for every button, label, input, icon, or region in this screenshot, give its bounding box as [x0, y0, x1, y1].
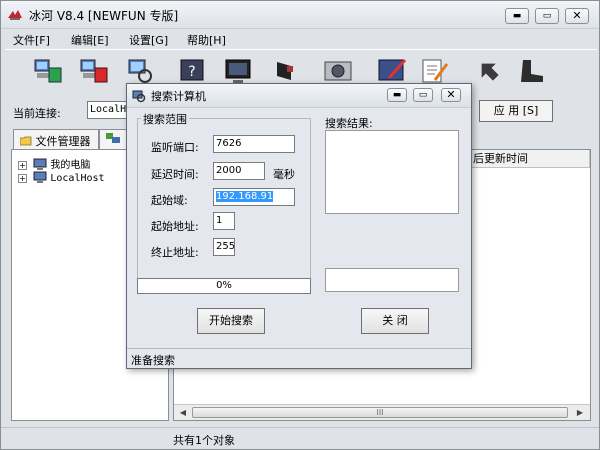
tab-file-manager-label: 文件管理器: [35, 135, 91, 148]
boot-button[interactable]: [513, 54, 547, 92]
search-range-title: 搜索范围: [141, 111, 189, 127]
start-address-label: 起始地址:: [151, 220, 199, 233]
add-host-button[interactable]: [31, 54, 65, 92]
maximize-icon: ▭: [542, 11, 552, 21]
dialog-maximize-button[interactable]: ▭: [413, 88, 433, 102]
menu-file[interactable]: 文件[F]: [13, 32, 50, 48]
delete-host-button[interactable]: [77, 54, 111, 92]
dialog-status-text: 准备搜索: [131, 354, 175, 367]
dialog-app-icon: [132, 89, 148, 103]
menu-settings[interactable]: 设置[G]: [129, 32, 168, 48]
computer-icon: [33, 158, 50, 171]
connection-label: 当前连接:: [13, 107, 61, 120]
computer-icon: [33, 171, 50, 184]
dialog-title-bar[interactable]: 搜索计算机 ▬ ▭ ✕: [127, 84, 471, 108]
dialog-title: 搜索计算机: [151, 90, 206, 103]
tree-label-my-computer: 我的电脑: [50, 160, 91, 171]
port-label: 监听端口:: [151, 141, 199, 154]
maximize-icon: ▭: [418, 90, 428, 100]
delete-host-icon: [80, 59, 108, 83]
tab-file-manager[interactable]: 文件管理器: [13, 129, 99, 149]
arrow-icon: [481, 63, 499, 81]
close-dialog-button[interactable]: 关 闭: [361, 308, 429, 334]
domain-input[interactable]: 192.168.91: [213, 188, 295, 206]
tree-item-my-computer[interactable]: + 我的电脑: [18, 156, 91, 171]
progress-text: 0%: [216, 280, 232, 291]
search-results-label: 搜索结果:: [325, 117, 373, 130]
scroll-right-icon[interactable]: ▶: [574, 407, 586, 419]
status-text: 共有1个对象: [173, 434, 235, 447]
minimize-icon: ▬: [392, 90, 402, 100]
end-address-input[interactable]: 255: [213, 238, 235, 256]
menu-help[interactable]: 帮助[H]: [187, 32, 226, 48]
expand-icon[interactable]: +: [18, 160, 27, 170]
scroll-left-icon[interactable]: ◀: [177, 407, 189, 419]
app-icon: [7, 8, 23, 22]
apply-button[interactable]: 应 用 [S]: [479, 100, 553, 122]
tab-command-console[interactable]: [99, 129, 127, 149]
maximize-button[interactable]: ▭: [535, 8, 559, 24]
close-button[interactable]: ✕: [565, 8, 589, 24]
horizontal-scrollbar[interactable]: ◀ III ▶: [174, 404, 590, 420]
add-host-icon: [34, 59, 62, 83]
column-header-updated[interactable]: 后更新时间: [469, 150, 590, 168]
port-input[interactable]: 7626: [213, 135, 295, 153]
svg-text:?: ?: [188, 64, 195, 80]
minimize-icon: ▬: [512, 11, 522, 21]
menu-bar: 文件[F] 编辑[E] 设置[G] 帮助[H]: [1, 30, 599, 48]
start-search-button[interactable]: 开始搜索: [197, 308, 265, 334]
folder-icon: [19, 135, 36, 148]
scroll-thumb[interactable]: III: [192, 407, 568, 418]
start-address-input[interactable]: 1: [213, 212, 235, 230]
window-title: 冰河 V8.4 [NEWFUN 专版]: [29, 9, 179, 23]
dialog-status-bar: 准备搜索: [127, 348, 471, 368]
search-results-detail: [325, 268, 459, 292]
domain-label: 起始域:: [151, 194, 188, 207]
domain-value: 192.168.91: [216, 191, 274, 202]
search-computer-dialog: 搜索计算机 ▬ ▭ ✕ 搜索范围 监听端口: 7626 延迟时间: 2000 毫…: [126, 83, 472, 369]
delay-label: 延迟时间:: [151, 168, 199, 181]
computers-icon: [106, 133, 120, 146]
title-bar[interactable]: 冰河 V8.4 [NEWFUN 专版] ▬ ▭ ✕: [1, 1, 599, 29]
tree-item-localhost[interactable]: + LocalHost: [18, 171, 105, 185]
delay-unit-label: 毫秒: [273, 168, 295, 181]
search-results-list[interactable]: [325, 130, 459, 214]
close-icon: ✕: [572, 9, 582, 22]
status-bar: 共有1个对象: [1, 427, 599, 449]
close-icon: ✕: [446, 88, 456, 101]
dialog-minimize-button[interactable]: ▬: [387, 88, 407, 102]
end-address-label: 终止地址:: [151, 246, 199, 259]
minimize-button[interactable]: ▬: [505, 8, 529, 24]
boot-icon: [521, 60, 543, 82]
expand-icon[interactable]: +: [18, 173, 27, 183]
arrow-button[interactable]: [471, 54, 505, 92]
search-progress-bar: 0%: [137, 278, 311, 294]
menu-edit[interactable]: 编辑[E]: [71, 32, 109, 48]
dialog-close-button[interactable]: ✕: [441, 88, 461, 102]
tree-label-localhost: LocalHost: [50, 173, 105, 184]
delay-input[interactable]: 2000: [213, 162, 265, 180]
